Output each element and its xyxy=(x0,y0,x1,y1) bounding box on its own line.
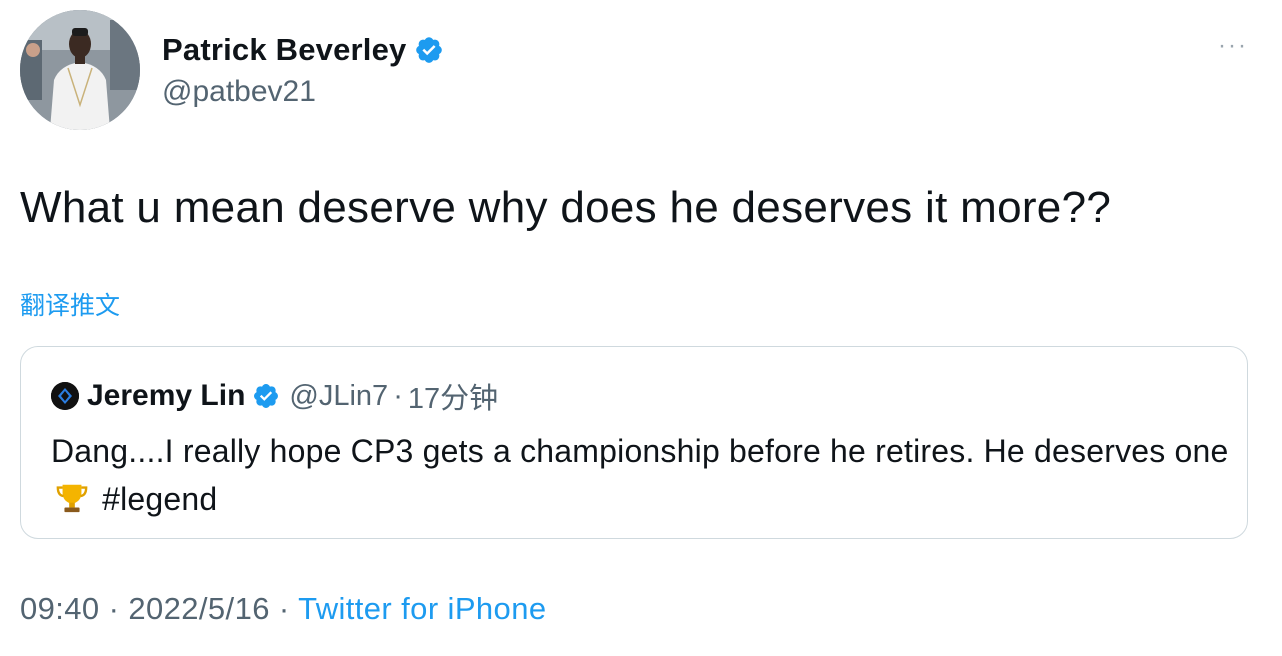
quoted-tweet-card[interactable]: Jeremy Lin @JLin7 · 17分钟 Dang....I reall… xyxy=(20,346,1248,539)
quoted-author-name: Jeremy Lin xyxy=(87,379,246,412)
quoted-author-handle: @JLin7 xyxy=(289,379,389,412)
jlin-logo-icon xyxy=(51,382,79,410)
footer-separator: · xyxy=(108,591,120,626)
verified-badge-icon xyxy=(254,384,279,408)
quoted-tweet-header: Jeremy Lin @JLin7 · 17分钟 xyxy=(51,375,498,417)
tweet-date[interactable]: 2022/5/16 xyxy=(128,591,270,626)
translate-tweet-link[interactable]: 翻译推文 xyxy=(20,286,120,322)
tweet-source-link[interactable]: Twitter for iPhone xyxy=(298,591,546,626)
quoted-text-main: Dang....I really hope CP3 gets a champio… xyxy=(51,433,1229,469)
trophy-icon xyxy=(56,484,88,513)
hashtag-link[interactable]: #legend xyxy=(102,481,217,517)
author-avatar[interactable] xyxy=(20,10,140,130)
quoted-separator: · xyxy=(393,379,403,412)
quoted-tweet-text: Dang....I really hope CP3 gets a champio… xyxy=(51,427,1231,523)
tweet-time[interactable]: 09:40 xyxy=(20,591,100,626)
author-handle[interactable]: @patbev21 xyxy=(162,75,316,109)
quoted-author-avatar xyxy=(51,382,79,410)
quoted-timestamp: 17分钟 xyxy=(407,383,499,415)
ellipsis-icon[interactable]: ··· xyxy=(1218,34,1248,58)
tweet-text: What u mean deserve why does he deserves… xyxy=(20,183,1112,232)
footer-separator: · xyxy=(278,591,290,626)
verified-badge-icon xyxy=(416,37,443,63)
tweet-footer: 09:40 · 2022/5/16 · Twitter for iPhone xyxy=(20,591,546,627)
author-display-name[interactable]: Patrick Beverley xyxy=(162,32,444,68)
profile-photo-icon xyxy=(20,10,140,130)
author-name-text: Patrick Beverley xyxy=(162,32,407,67)
